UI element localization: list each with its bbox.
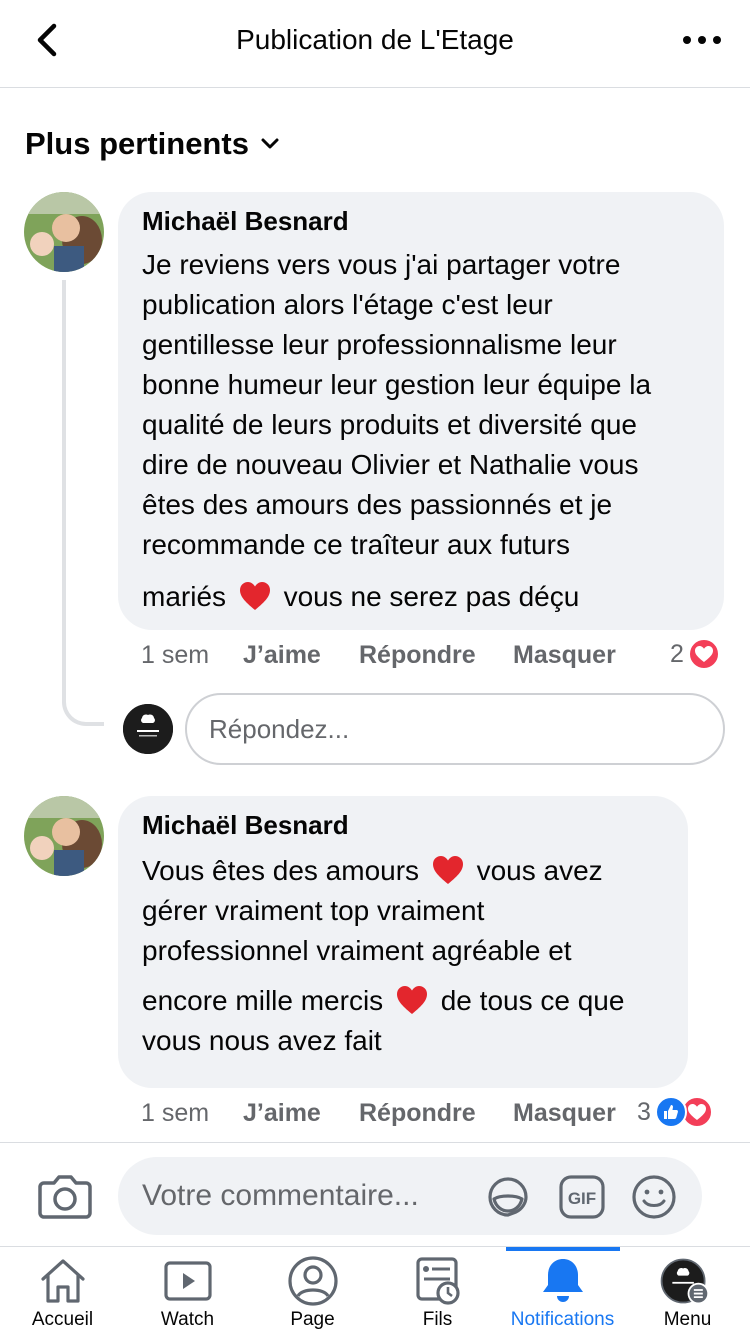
feed-icon xyxy=(416,1257,460,1305)
comment-actions: 1 sem J’aime Répondre Masquer xyxy=(141,1099,616,1128)
thread-connector xyxy=(62,280,104,726)
nav-label: Watch xyxy=(160,1309,215,1330)
comment-line: gérer vraiment top vraiment xyxy=(142,895,485,926)
avatar[interactable] xyxy=(24,192,104,272)
menu-icon xyxy=(660,1258,710,1305)
comment-line: Vous êtes des amours vous avez xyxy=(142,851,664,891)
comment-line: qualité de leurs produits et diversité q… xyxy=(142,409,637,440)
nav-item-accueil[interactable]: Accueil xyxy=(0,1247,125,1334)
hide-button[interactable]: Masquer xyxy=(513,1099,616,1128)
heart-emoji-icon xyxy=(432,856,463,884)
comment-author[interactable]: Michaël Besnard xyxy=(142,206,700,237)
comment-bubble[interactable]: Michaël Besnard Je reviens vers vous j'a… xyxy=(118,192,724,630)
reaction-count: 2 xyxy=(670,639,684,668)
like-button[interactable]: J’aime xyxy=(243,1099,359,1128)
nav-label: Notifications xyxy=(510,1309,615,1330)
nav-label: Fils xyxy=(422,1309,453,1330)
sort-dropdown[interactable]: Plus pertinents xyxy=(25,126,281,162)
comment-fragment: vous ne serez pas déçu xyxy=(283,581,580,612)
comment-composer: Votre commentaire... GIF xyxy=(0,1142,750,1246)
comment-actions: 1 sem J’aime Répondre Masquer xyxy=(141,641,616,670)
emoji-icon[interactable] xyxy=(630,1173,678,1221)
comment-line: encore mille mercis de tous ce que xyxy=(142,981,664,1021)
comment-line: vous nous avez fait xyxy=(142,1025,382,1056)
page-avatar[interactable] xyxy=(123,704,173,754)
nav-item-watch[interactable]: Watch xyxy=(125,1247,250,1334)
bottom-nav: Accueil Watch Page Fils Notifications Me… xyxy=(0,1246,750,1334)
comment-text: Vous êtes des amours vous avez gérer vra… xyxy=(142,851,664,1061)
comment-fragment: encore mille mercis xyxy=(142,985,384,1016)
chevron-down-icon xyxy=(261,138,279,149)
reaction-summary[interactable]: 2 xyxy=(670,638,720,670)
comment-fragment: mariés xyxy=(142,581,227,612)
watch-icon xyxy=(164,1261,212,1301)
reply-input[interactable]: Répondez... xyxy=(185,693,725,765)
camera-icon[interactable] xyxy=(38,1173,92,1219)
like-reaction-icon xyxy=(654,1096,687,1128)
home-icon xyxy=(41,1259,85,1303)
comment-line: publication alors l'étage c'est leur xyxy=(142,289,553,320)
comment-fragment: de tous ce que xyxy=(440,985,625,1016)
reaction-summary[interactable]: 3 xyxy=(637,1096,713,1128)
nav-item-page[interactable]: Page xyxy=(250,1247,375,1334)
profile-icon xyxy=(288,1256,338,1306)
heart-emoji-icon xyxy=(396,986,427,1014)
comment-text: Je reviens vers vous j'ai partager votre… xyxy=(142,245,700,617)
gif-icon[interactable]: GIF xyxy=(558,1173,606,1221)
nav-item-menu[interactable]: Menu xyxy=(625,1247,750,1334)
nav-item-notifications[interactable]: Notifications xyxy=(500,1247,625,1334)
user-photo-icon xyxy=(24,192,104,272)
reply-button[interactable]: Répondre xyxy=(359,1099,513,1128)
comment-line: bonne humeur leur gestion leur équipe la xyxy=(142,369,652,400)
reply-button[interactable]: Répondre xyxy=(359,641,513,670)
top-bar: Publication de L'Etage xyxy=(0,0,750,88)
reaction-count: 3 xyxy=(637,1097,651,1126)
comment-line: Je reviens vers vous j'ai partager votre xyxy=(142,249,621,280)
comment-line: dire de nouveau Olivier et Nathalie vous xyxy=(142,449,639,480)
sticker-icon[interactable] xyxy=(484,1173,532,1221)
like-button[interactable]: J’aime xyxy=(243,641,359,670)
comment-timestamp[interactable]: 1 sem xyxy=(141,1099,243,1128)
comment-fragment: Vous êtes des amours xyxy=(142,855,420,886)
nav-label: Page xyxy=(290,1309,335,1330)
comment-line: gentillesse leur professionnalisme leur xyxy=(142,329,617,360)
comment-timestamp[interactable]: 1 sem xyxy=(141,641,243,670)
hide-button[interactable]: Masquer xyxy=(513,641,616,670)
avatar[interactable] xyxy=(24,796,104,876)
love-reaction-icon xyxy=(687,638,720,670)
bell-icon xyxy=(543,1259,583,1302)
heart-emoji-icon xyxy=(239,582,270,610)
comment-input[interactable]: Votre commentaire... GIF xyxy=(118,1157,702,1235)
gif-label: GIF xyxy=(568,1189,596,1208)
comment-line: professionnel vraiment agréable et xyxy=(142,935,572,966)
comment-bubble[interactable]: Michaël Besnard Vous êtes des amours vou… xyxy=(118,796,688,1088)
more-options-icon[interactable] xyxy=(680,24,724,56)
sort-label: Plus pertinents xyxy=(25,126,249,161)
page-title: Publication de L'Etage xyxy=(236,24,514,55)
comment-fragment: vous avez xyxy=(476,855,603,886)
reply-placeholder: Répondez... xyxy=(209,713,350,744)
comment-line: mariés vous ne serez pas déçu xyxy=(142,577,700,617)
nav-label: Accueil xyxy=(31,1309,94,1330)
user-photo-icon xyxy=(24,796,104,876)
nav-item-fils[interactable]: Fils xyxy=(375,1247,500,1334)
comment-line: recommande ce traîteur aux futurs xyxy=(142,529,570,560)
comment-placeholder: Votre commentaire... xyxy=(142,1179,419,1212)
comment-author[interactable]: Michaël Besnard xyxy=(142,810,664,841)
comment-line: êtes des amours des passionnés et je xyxy=(142,489,613,520)
nav-label: Menu xyxy=(663,1309,712,1330)
page-logo-icon xyxy=(123,704,173,754)
